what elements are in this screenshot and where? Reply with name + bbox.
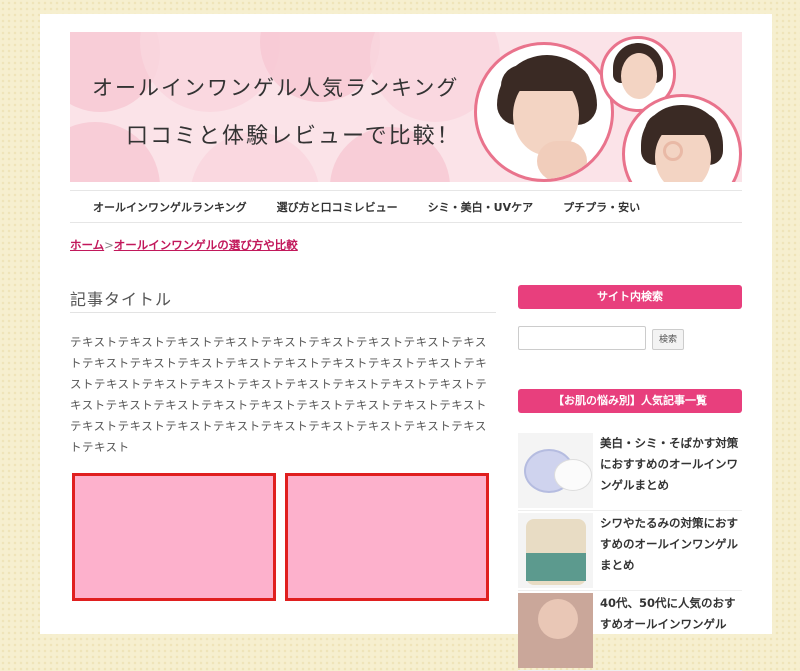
ad-placeholder-left[interactable]	[72, 473, 276, 601]
main-nav: オールインワンゲルランキング 選び方と口コミレビュー シミ・美白・UVケア プチ…	[70, 190, 742, 223]
breadcrumb-separator: >	[104, 238, 114, 252]
search-button[interactable]: 検索	[652, 329, 684, 350]
banner-title-line2: 口コミと体験レビューで比較！	[126, 124, 461, 149]
list-item[interactable]: 美白・シミ・そばかす対策におすすめのオールインワンゲルまとめ	[518, 431, 742, 511]
model-photo-main	[474, 42, 614, 182]
article-title: 記事タイトル	[70, 286, 496, 313]
nav-item-ranking[interactable]: オールインワンゲルランキング	[93, 199, 247, 215]
header-banner[interactable]: オールインワンゲル人気ランキング 口コミと体験レビューで比較！	[70, 32, 742, 182]
list-item[interactable]: シワやたるみの対策におすすめのオールインワンゲルまとめ	[518, 511, 742, 591]
ad-placeholder-right[interactable]	[285, 473, 489, 601]
popular-heading: 【お肌の悩み別】人気記事一覧	[518, 389, 742, 413]
article-thumbnail	[518, 513, 593, 588]
search-heading: サイト内検索	[518, 285, 742, 309]
article-link-title[interactable]: シワやたるみの対策におすすめのオールインワンゲルまとめ	[600, 513, 742, 576]
banner-title-line1: オールインワンゲル人気ランキング	[92, 76, 460, 100]
popular-article-list: 美白・シミ・そばかす対策におすすめのオールインワンゲルまとめ シワやたるみの対策…	[518, 431, 742, 671]
nav-item-whitening[interactable]: シミ・美白・UVケア	[428, 199, 533, 215]
article-thumbnail	[518, 433, 593, 508]
nav-item-cheap[interactable]: プチプラ・安い	[563, 199, 640, 215]
page-container: オールインワンゲル人気ランキング 口コミと体験レビューで比較！ オールインワンゲ…	[40, 14, 772, 671]
search-input[interactable]	[518, 326, 646, 350]
article-link-title[interactable]: 美白・シミ・そばかす対策におすすめのオールインワンゲルまとめ	[600, 433, 742, 496]
article-thumbnail	[518, 593, 593, 668]
breadcrumb: ホーム>オールインワンゲルの選び方や比較	[70, 237, 298, 253]
article-body: テキストテキストテキストテキストテキストテキストテキストテキストテキストテキスト…	[70, 335, 488, 454]
breadcrumb-home-link[interactable]: ホーム	[70, 238, 104, 252]
article-link-title[interactable]: 40代、50代に人気のおすすめオールインワンゲル	[600, 593, 742, 635]
breadcrumb-current-link[interactable]: オールインワンゲルの選び方や比較	[114, 238, 298, 252]
nav-item-review[interactable]: 選び方と口コミレビュー	[277, 199, 398, 215]
list-item[interactable]: 40代、50代に人気のおすすめオールインワンゲル	[518, 591, 742, 671]
